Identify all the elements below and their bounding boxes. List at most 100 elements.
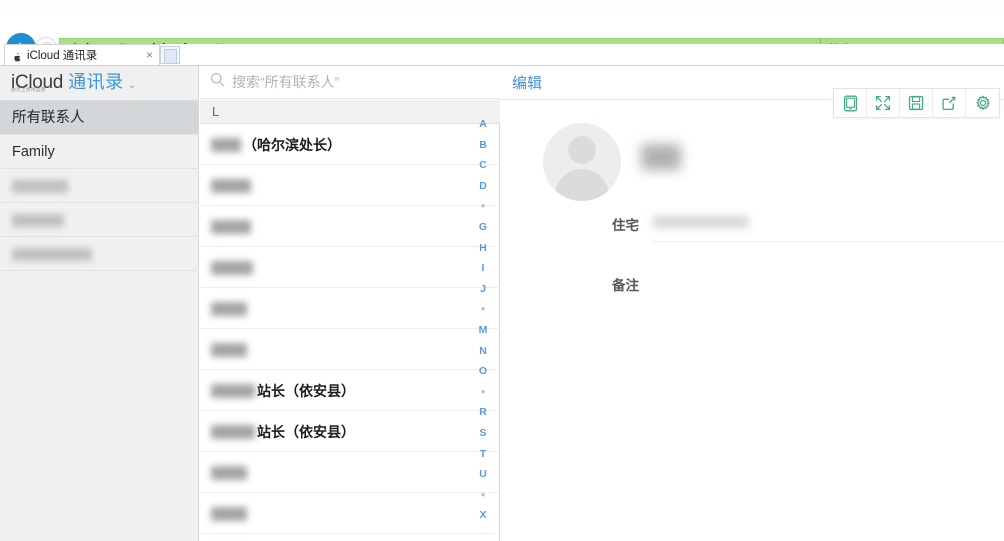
redacted-name — [211, 507, 247, 521]
field-divider — [652, 241, 1004, 242]
contact-search-placeholder: 搜索“所有联系人” — [232, 72, 339, 92]
sidebar: iCloud通讯录⌄ 由云上贵州运营 所有联系人Family — [0, 66, 199, 541]
sidebar-item-label: Family — [12, 144, 55, 160]
redacted-name — [211, 343, 247, 357]
contact-list-item[interactable]: 站长（依安县） — [200, 370, 500, 411]
contact-name-visible: 站长（依安县） — [257, 383, 355, 399]
settings-button[interactable] — [966, 89, 999, 117]
redacted-name — [211, 302, 247, 316]
redacted-name — [211, 384, 255, 398]
alphabet-index-S[interactable]: S — [466, 423, 500, 444]
contact-list-item[interactable]: 站长（依安县） — [200, 411, 500, 452]
contact-field-value-redacted — [653, 216, 749, 228]
alphabet-index-J[interactable]: J — [466, 279, 500, 300]
list-section-header: L — [200, 100, 500, 124]
avatar-body — [555, 169, 609, 201]
alphabet-index[interactable]: ABCD•GHIJ•MNO•RSTU•X — [466, 100, 500, 541]
contact-list-item[interactable] — [200, 206, 500, 247]
alphabet-index-G[interactable]: G — [466, 217, 500, 238]
contact-detail-pane: 编辑 — [501, 66, 1004, 541]
alphabet-index-O[interactable]: O — [466, 361, 500, 382]
contact-field: 住宅 — [501, 206, 1004, 246]
share-button[interactable] — [933, 89, 966, 117]
contact-field-label: 备注 — [599, 274, 639, 294]
alphabet-index-N[interactable]: N — [466, 341, 500, 362]
redacted-text — [12, 214, 64, 227]
contact-list-item[interactable]: （哈尔滨处长） — [200, 124, 500, 165]
chevron-down-icon[interactable]: ⌄ — [128, 80, 136, 91]
app-brand[interactable]: iCloud通讯录⌄ 由云上贵州运营 — [0, 66, 199, 98]
browser-tab[interactable]: iCloud 通讯录 × — [4, 44, 160, 66]
alphabet-index-U[interactable]: U — [466, 464, 500, 485]
new-tab-button[interactable] — [160, 46, 180, 64]
alphabet-index-dot-9[interactable]: • — [466, 299, 500, 320]
edit-button[interactable]: 编辑 — [512, 72, 542, 93]
sidebar-item-3[interactable] — [0, 203, 199, 237]
brand-subtitle: 由云上贵州运营 — [11, 86, 46, 93]
redacted-text — [12, 180, 68, 193]
contact-list-item[interactable] — [200, 452, 500, 493]
contact-field: 备注 — [501, 266, 1004, 306]
share-export-icon — [941, 95, 957, 111]
redacted-name — [211, 261, 253, 275]
contact-list-item[interactable] — [200, 493, 500, 534]
expand-fullscreen-button[interactable] — [867, 89, 900, 117]
redacted-name — [211, 425, 255, 439]
sidebar-item-0[interactable]: 所有联系人 — [0, 101, 199, 135]
contact-list-column: 搜索“所有联系人” L （哈尔滨处长） 站长（依安县） 站长（依安县） — [200, 66, 500, 541]
contact-field-label: 住宅 — [599, 214, 639, 234]
contact-list-item[interactable] — [200, 534, 500, 541]
avatar-head — [568, 136, 596, 164]
mobile-device-icon — [843, 95, 858, 112]
floating-toolbar — [833, 88, 1000, 118]
gear-icon — [975, 95, 991, 111]
redacted-name — [211, 466, 247, 480]
alphabet-index-dot-13[interactable]: • — [466, 382, 500, 403]
alphabet-index-H[interactable]: H — [466, 238, 500, 259]
tab-strip: iCloud 通讯录 × — [0, 44, 1004, 66]
alphabet-index-D[interactable]: D — [466, 176, 500, 197]
redacted-text — [12, 248, 92, 261]
icloud-contacts-app: iCloud通讯录⌄ 由云上贵州运营 所有联系人Family 搜索“所有联系人”… — [0, 66, 1004, 541]
send-to-device-button[interactable] — [834, 89, 867, 117]
contact-name-visible: 站长（依安县） — [257, 424, 355, 440]
close-icon[interactable]: × — [144, 49, 155, 61]
apple-icon — [11, 50, 22, 61]
contact-name-redacted — [641, 144, 681, 170]
sidebar-item-label: 所有联系人 — [12, 110, 85, 126]
redacted-name — [211, 179, 251, 193]
alphabet-index-B[interactable]: B — [466, 135, 500, 156]
expand-arrows-icon — [875, 95, 891, 111]
avatar — [543, 123, 621, 201]
alphabet-index-M[interactable]: M — [466, 320, 500, 341]
alphabet-index-R[interactable]: R — [466, 402, 500, 423]
sidebar-item-1[interactable]: Family — [0, 135, 199, 169]
window-titlebar — [0, 0, 1004, 16]
search-icon — [210, 72, 225, 92]
sidebar-item-2[interactable] — [0, 169, 199, 203]
sidebar-group-list: 所有联系人 Family — [0, 101, 199, 271]
contact-list-item[interactable] — [200, 165, 500, 206]
save-floppy-icon — [908, 95, 924, 111]
alphabet-index-I[interactable]: I — [466, 258, 500, 279]
alphabet-index-A[interactable]: A — [466, 114, 500, 135]
alphabet-index-dot-18[interactable]: • — [466, 485, 500, 506]
alphabet-index-C[interactable]: C — [466, 155, 500, 176]
tab-title: iCloud 通讯录 — [27, 47, 144, 63]
brand-app-label: 通讯录 — [68, 72, 124, 92]
save-button[interactable] — [900, 89, 933, 117]
contact-search-field[interactable]: 搜索“所有联系人” — [200, 66, 500, 99]
search-icon-svg — [210, 72, 225, 87]
contact-list-item[interactable] — [200, 288, 500, 329]
browser-window: https://www.icloud.com/#contacts ▼ Apple… — [0, 0, 1004, 541]
sidebar-item-4[interactable] — [0, 237, 199, 271]
alphabet-index-X[interactable]: X — [466, 505, 500, 526]
apple-glyph-svg — [11, 52, 22, 63]
contact-list-item[interactable] — [200, 329, 500, 370]
contact-list-item[interactable] — [200, 247, 500, 288]
alphabet-index-T[interactable]: T — [466, 444, 500, 465]
contact-rows: （哈尔滨处长） 站长（依安县） 站长（依安县） — [200, 124, 500, 541]
redacted-name — [211, 138, 241, 152]
contact-name-visible: （哈尔滨处长） — [243, 137, 341, 153]
alphabet-index-dot-4[interactable]: • — [466, 196, 500, 217]
